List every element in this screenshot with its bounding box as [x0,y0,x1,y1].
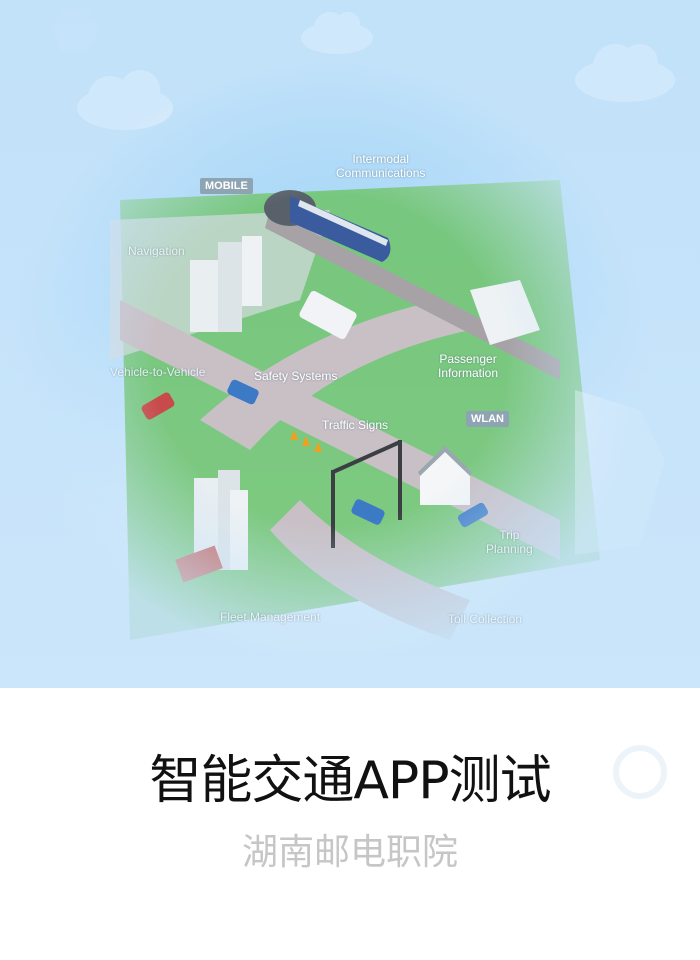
cloud-top [301,12,373,54]
label-trip-planning: Trip Planning [486,528,533,556]
label-safety-systems: Safety Systems [254,369,338,383]
cloud-left [77,70,173,130]
hexagon-decor [50,8,100,52]
label-intermodal: Intermodal Communications [336,152,426,180]
label-navigation: Navigation [128,244,185,258]
label-traffic-signs: Traffic Signs [322,418,389,432]
page-subtitle: 湖南邮电职院 [241,832,458,873]
label-fleet-management: Fleet Management [220,610,321,624]
tag-mobile: MOBILE [200,178,253,194]
page-title: 智能交通APP测试 [149,751,551,811]
tag-wlan: WLAN [466,411,509,427]
hero-illustration: Intermodal Communications MOBILE Navigat… [0,0,700,688]
watermark-icon [613,745,667,799]
label-vehicle-to-vehicle: Vehicle-to-Vehicle [110,365,206,379]
smart-city-scene [50,8,675,640]
decor-panel [575,390,665,555]
label-passenger-info: Passenger Information [438,352,499,380]
label-toll-collection: Toll Collection [448,612,523,626]
cloud-right [575,44,675,102]
